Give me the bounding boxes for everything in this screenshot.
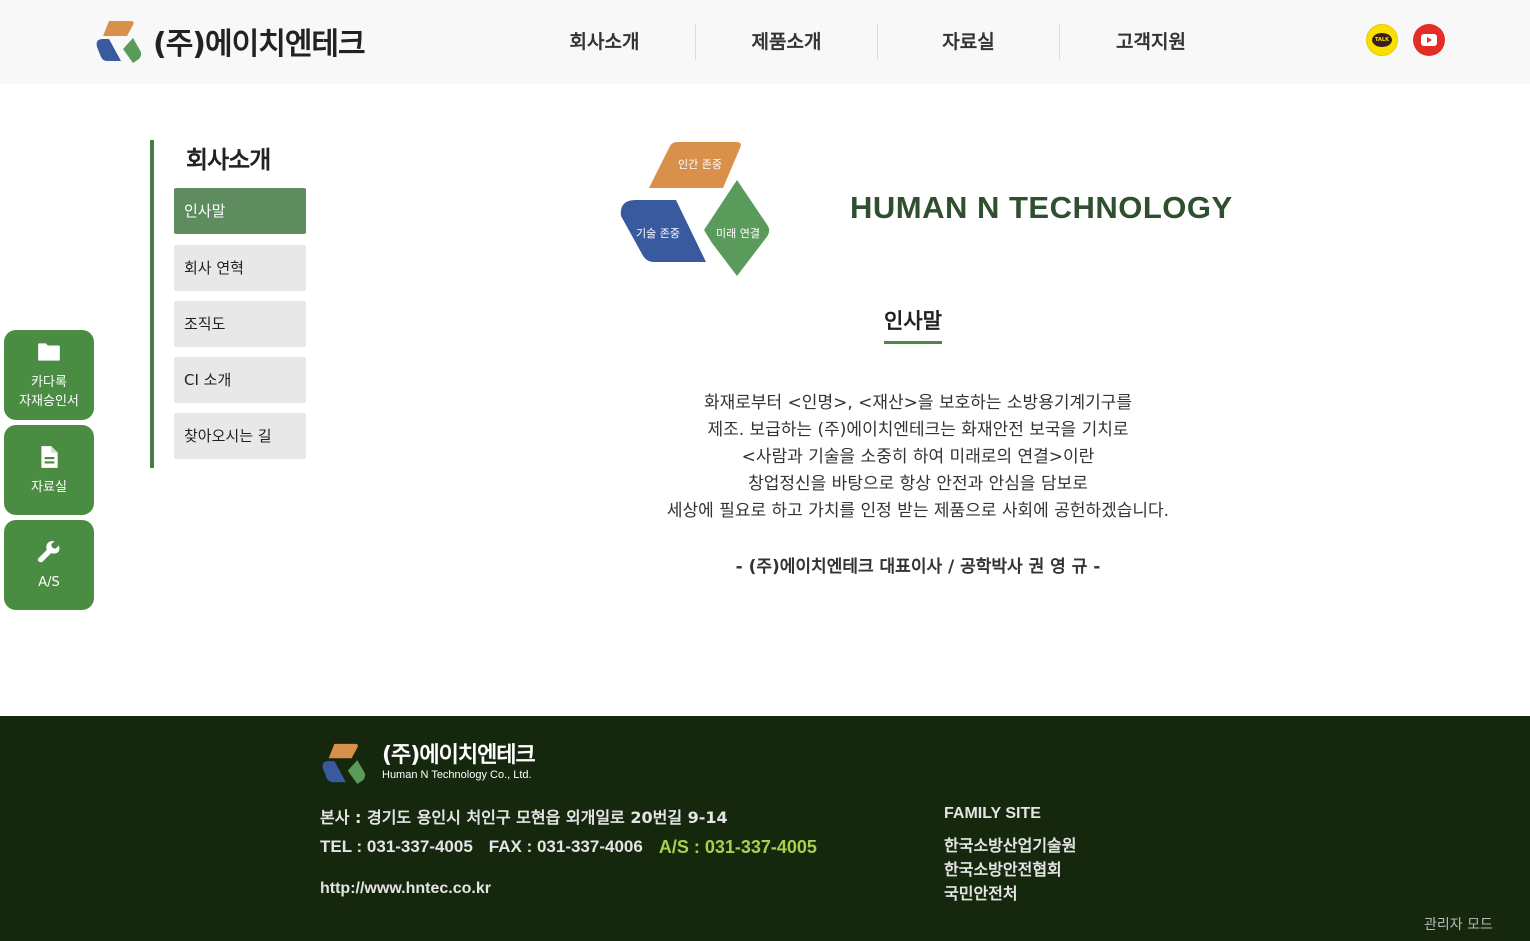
quick-catalog-label-line2: 자재승인서 — [19, 394, 79, 409]
footer-fax: FAX : 031-337-4006 — [488, 837, 643, 856]
family-site-link[interactable]: 한국소방안전협회 — [944, 858, 1076, 882]
sub-nav-title: 회사소개 — [186, 146, 271, 174]
youtube-icon[interactable] — [1413, 24, 1445, 56]
brand-name: (주)에이치엔테크 — [153, 27, 366, 62]
kakao-talk-label: TALK — [1372, 33, 1392, 47]
wrench-icon — [37, 540, 60, 562]
footer-tel: TEL : 031-337-4005 — [320, 837, 473, 856]
company-logo-icon — [96, 21, 141, 63]
greeting-line: 세상에 필요로 하고 가치를 인정 받는 제품으로 사회에 공헌하겠습니다. — [666, 501, 1170, 521]
greeting-line: 창업정신을 바탕으로 항상 안전과 안심을 담보로 — [748, 474, 1088, 494]
site-footer: (주)에이치엔테크 Human N Technology Co., Ltd. 본… — [0, 716, 1530, 941]
sub-nav-greeting[interactable]: 인사말 — [174, 188, 306, 234]
footer-as-phone: A/S : 031-337-4005 — [658, 837, 817, 857]
sub-nav-ci[interactable]: CI 소개 — [174, 357, 306, 403]
quick-as-label: A/S — [38, 574, 60, 590]
nav-archive[interactable]: 자료실 — [878, 24, 1060, 60]
footer-brand: (주)에이치엔테크 Human N Technology Co., Ltd. — [320, 742, 536, 784]
sub-nav: 회사소개 인사말 회사 연혁 조직도 CI 소개 찾아오시는 길 — [150, 140, 310, 468]
ceo-signature: - (주)에이치엔테크 대표이사 / 공학박사 권 영 규 - — [735, 557, 1101, 577]
emblem-label-tech: 기술 존중 — [636, 227, 680, 240]
main-nav: 회사소개 제품소개 자료실 고객지원 — [514, 24, 1242, 60]
nav-company[interactable]: 회사소개 — [514, 24, 696, 60]
family-site-title: FAMILY SITE — [944, 805, 1041, 822]
brand-logo-link[interactable]: (주)에이치엔테크 — [95, 19, 366, 63]
nav-products[interactable]: 제품소개 — [696, 24, 878, 60]
sub-nav-organization[interactable]: 조직도 — [174, 301, 306, 347]
footer-brand-name: (주)에이치엔테크 — [382, 743, 536, 768]
quick-archive-button[interactable]: 자료실 — [4, 425, 94, 515]
footer-url[interactable]: http://www.hntec.co.kr — [320, 880, 491, 898]
family-site-list: 한국소방산업기술원 한국소방안전협회 국민안전처 — [944, 834, 1076, 906]
quick-catalog-label-line1: 카다록 — [31, 375, 67, 390]
greeting-line: 화재로부터 <인명>, <재산>을 보호하는 소방용기계기구를 — [703, 393, 1133, 413]
admin-mode-link[interactable]: 관리자 모드 — [1424, 914, 1493, 934]
footer-address: 본사 : 경기도 용인시 처인구 모현읍 외개일로 20번길 9-14 — [320, 808, 728, 827]
greeting-message: 화재로부터 <인명>, <재산>을 보호하는 소방용기계기구를 제조. 보급하는… — [518, 390, 1318, 525]
footer-contact: TEL : 031-337-4005 FAX : 031-337-4006 A/… — [320, 837, 833, 858]
quick-catalog-label: 카다록 자재승인서 — [19, 373, 79, 411]
page-title: 인사말 — [884, 305, 942, 344]
kakaotalk-icon[interactable]: TALK — [1366, 24, 1398, 56]
youtube-play-icon — [1421, 34, 1437, 46]
quick-as-button[interactable]: A/S — [4, 520, 94, 610]
sub-nav-directions[interactable]: 찾아오시는 길 — [174, 413, 306, 459]
emblem-label-human: 인간 존중 — [678, 158, 722, 171]
footer-logo-icon — [322, 743, 366, 784]
site-header: (주)에이치엔테크 회사소개 제품소개 자료실 고객지원 TALK — [0, 0, 1530, 84]
quick-catalog-button[interactable]: 카다록 자재승인서 — [4, 330, 94, 420]
greeting-line: <사람과 기술을 소중히 하여 미래로의 연결>이란 — [741, 447, 1095, 467]
emblem-label-future: 미래 연결 — [716, 227, 760, 240]
family-site-link[interactable]: 국민안전처 — [944, 882, 1076, 906]
company-english-name: HUMAN N TECHNOLOGY — [850, 190, 1233, 225]
greeting-line: 제조. 보급하는 (주)에이치엔테크는 화재안전 보국을 기치로 — [707, 420, 1129, 440]
folder-icon — [38, 343, 60, 361]
family-site-link[interactable]: 한국소방산업기술원 — [944, 834, 1076, 858]
document-icon — [41, 445, 58, 468]
sub-nav-history[interactable]: 회사 연혁 — [174, 245, 306, 291]
ci-emblem-image: 인간 존중 기술 존중 미래 연결 — [620, 142, 770, 276]
quick-archive-label: 자료실 — [31, 479, 67, 495]
nav-support[interactable]: 고객지원 — [1060, 24, 1242, 60]
footer-brand-sub: Human N Technology Co., Ltd. — [382, 769, 532, 781]
